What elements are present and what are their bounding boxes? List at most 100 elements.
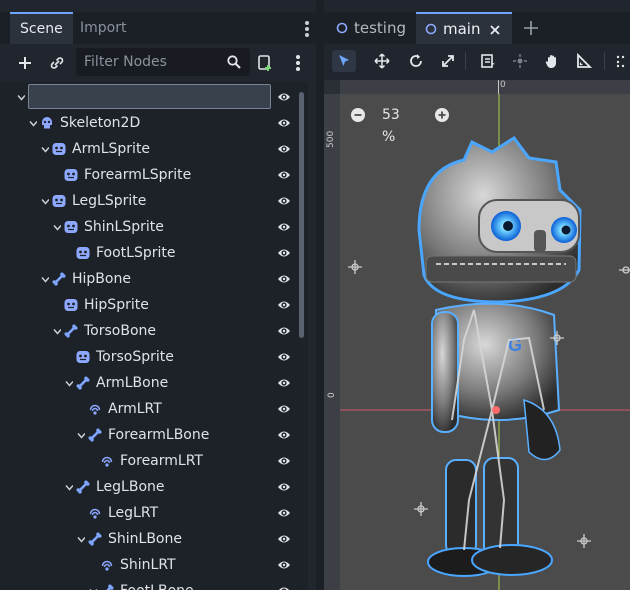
visibility-eye-icon[interactable] [277,298,291,312]
pan-mode-button[interactable] [540,50,564,72]
dock-menu-icon[interactable] [304,18,310,38]
node2d-icon [425,23,437,35]
sprite-icon [76,351,90,363]
bone-icon [106,584,114,590]
tree-row[interactable]: ForearmLRT [0,448,298,474]
tree-row[interactable]: LegLSprite [0,188,298,214]
zoom-level[interactable]: 53 % [382,104,400,148]
tree-row[interactable]: Skeleton2D [0,110,298,136]
visibility-eye-icon[interactable] [277,168,291,182]
attach-script-button[interactable] [254,52,276,74]
visibility-eye-icon[interactable] [277,272,291,286]
tab-import[interactable]: Import [70,12,136,44]
tree-row-label: LegLSprite [72,193,147,209]
node2d-icon [336,22,348,34]
scale-mode-button[interactable] [436,50,460,72]
scale-icon [442,55,454,67]
snap-options-button[interactable] [614,50,630,72]
tree-row-label: HipBone [72,271,131,287]
dock-splitter[interactable] [316,0,324,590]
chevron-down-icon[interactable] [41,145,49,153]
tree-row[interactable]: ArmLBone [0,370,298,396]
visibility-eye-icon[interactable] [277,506,291,520]
move-icon [374,53,390,69]
tree-row[interactable]: ArmLSprite [0,136,298,162]
visibility-eye-icon[interactable] [277,428,291,442]
rotate-mode-button[interactable] [404,50,428,72]
tree-row[interactable]: LegLBone [0,474,298,500]
tree-row[interactable]: HipBone [0,266,298,292]
tree-row-label: ShinLRT [120,557,176,573]
list-select-button[interactable] [476,50,500,72]
visibility-eye-icon[interactable] [277,90,291,104]
sprite-icon [64,221,78,233]
visibility-eye-icon[interactable] [277,246,291,260]
zoom-out-icon[interactable] [350,107,366,123]
scene-tab-main[interactable]: main [416,12,512,44]
visibility-eye-icon[interactable] [277,454,291,468]
tree-scrollbar-thumb[interactable] [299,92,304,338]
chevron-down-icon[interactable] [53,327,61,335]
move-mode-button[interactable] [370,50,394,72]
visibility-eye-icon[interactable] [277,480,291,494]
close-icon[interactable] [489,24,501,36]
scene-tab-label: main [443,20,481,38]
tree-row-label: FootLBone [120,578,194,590]
chevron-down-icon[interactable] [77,535,85,543]
ruler-mode-button[interactable] [572,50,596,72]
tree-row[interactable]: HipSprite [0,292,298,318]
pointer-icon [339,55,349,66]
tree-row[interactable]: TorsoSprite [0,344,298,370]
tree-row[interactable]: ArmLRT [0,396,298,422]
canvas-viewport[interactable]: 0 500 0 G 53 % [324,80,630,590]
scene-tab-bar: testing main [324,12,630,44]
visibility-eye-icon[interactable] [277,142,291,156]
tree-row[interactable]: ForearmLSprite [0,162,298,188]
tab-scene[interactable]: Scene [10,12,73,44]
visibility-eye-icon[interactable] [277,402,291,416]
tree-row-label: ArmLSprite [72,141,151,157]
filter-nodes-input[interactable] [82,53,226,71]
filter-nodes-field[interactable] [76,48,250,76]
tree-row[interactable]: ShinLRT [0,552,298,578]
tree-row-label: FootLSprite [96,245,176,261]
tree-row[interactable]: ForearmLBone [0,422,298,448]
instance-scene-button[interactable] [46,52,68,74]
visibility-eye-icon[interactable] [277,584,291,590]
tree-row[interactable]: FootLBone [0,578,298,590]
chevron-down-icon[interactable] [29,119,37,127]
visibility-eye-icon[interactable] [277,220,291,234]
tree-row[interactable]: ShinLSprite [0,214,298,240]
scene-tab-testing[interactable]: testing [334,12,420,44]
chevron-down-icon[interactable] [65,379,73,387]
rotate-icon [410,54,422,67]
tree-row-label: TorsoSprite [96,349,174,365]
chevron-down-icon[interactable] [53,223,61,231]
visibility-eye-icon[interactable] [277,194,291,208]
chevron-down-icon[interactable] [17,93,25,101]
chevron-down-icon[interactable] [77,431,85,439]
tree-row-label: ForearmLRT [120,453,203,469]
visibility-eye-icon[interactable] [277,116,291,130]
pivot-icon [513,54,527,68]
zoom-in-icon[interactable] [434,107,450,123]
tree-row[interactable]: FootLSprite [0,240,298,266]
select-mode-button[interactable] [332,50,356,72]
tree-row[interactable]: TorsoBone [0,318,298,344]
visibility-eye-icon[interactable] [277,324,291,338]
tree-row[interactable]: ShinLBone [0,526,298,552]
toolbar-divider [465,52,466,70]
chevron-down-icon[interactable] [41,275,49,283]
tree-row[interactable]: LegLRT [0,500,298,526]
visibility-eye-icon[interactable] [277,376,291,390]
chevron-down-icon[interactable] [41,197,49,205]
sprite-icon [52,143,66,155]
pivot-mode-button[interactable] [508,50,532,72]
chevron-down-icon[interactable] [65,483,73,491]
visibility-eye-icon[interactable] [277,558,291,572]
new-scene-tab-button[interactable] [522,12,542,44]
add-node-button[interactable] [14,52,36,74]
visibility-eye-icon[interactable] [277,532,291,546]
scene-menu-button[interactable] [287,52,309,74]
visibility-eye-icon[interactable] [277,350,291,364]
